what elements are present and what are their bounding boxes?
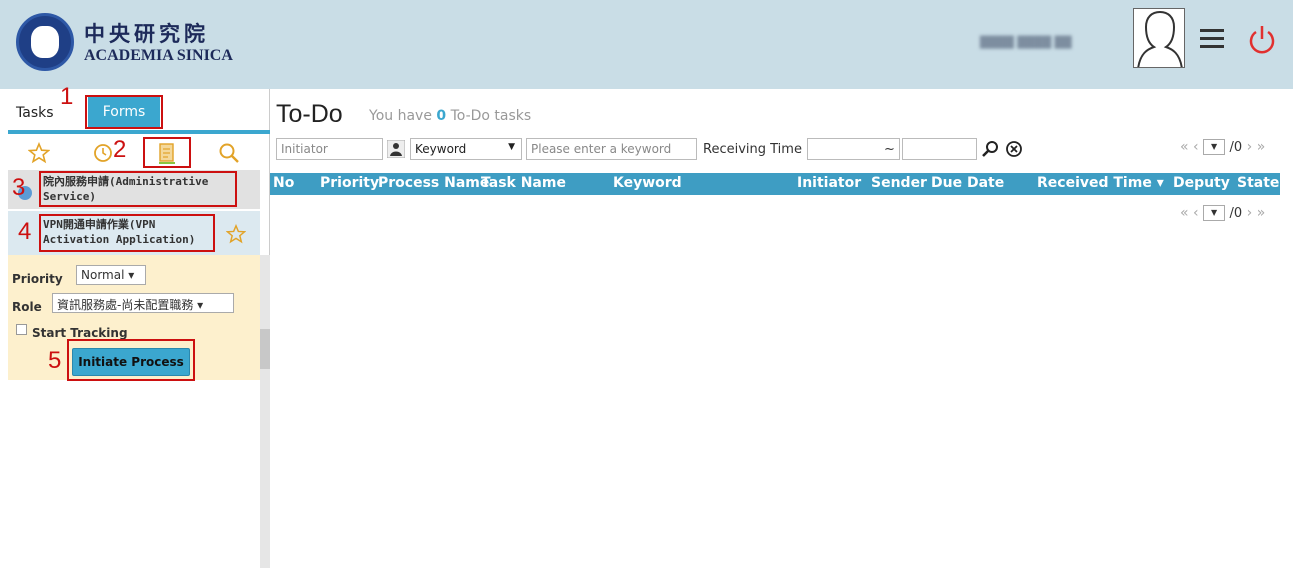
avatar[interactable] — [1133, 8, 1185, 68]
left-panel: Tasks Forms 1 2 院內服務申請(Administrative Se… — [8, 83, 270, 568]
column-no[interactable]: No — [273, 175, 294, 191]
search-icon[interactable] — [218, 142, 240, 164]
column-task-name[interactable]: Task Name — [481, 175, 566, 191]
column-keyword[interactable]: Keyword — [613, 175, 682, 191]
first-page-icon[interactable]: « — [1180, 205, 1189, 221]
page-subtitle: You have 0 To-Do tasks — [369, 108, 532, 124]
role-label: Role — [12, 300, 42, 314]
start-tracking-label: Start Tracking — [32, 326, 128, 340]
scrollbar-thumb[interactable] — [260, 329, 270, 369]
initiator-input[interactable]: Initiator — [276, 138, 383, 160]
search-icon[interactable] — [982, 140, 1000, 158]
panel-tabs: Tasks Forms 1 — [8, 83, 270, 134]
first-page-icon[interactable]: « — [1180, 139, 1189, 155]
date-range-separator: ~ — [884, 142, 895, 157]
end-date-input[interactable] — [902, 138, 977, 160]
last-page-icon[interactable]: » — [1257, 139, 1266, 155]
column-priority[interactable]: Priority — [320, 175, 379, 191]
role-select[interactable]: 資訊服務處-尚未配置職務 ▾ — [52, 293, 234, 313]
page-title: To-Do — [276, 100, 343, 128]
pager-top: « ‹ ▼ /0 › » — [1180, 139, 1265, 155]
star-icon[interactable] — [28, 142, 50, 164]
annotation-box-1 — [85, 95, 163, 129]
prev-page-icon[interactable]: ‹ — [1193, 139, 1199, 155]
hamburger-menu-icon[interactable] — [1200, 29, 1224, 49]
receiving-time-label: Receiving Time — [703, 142, 802, 157]
page-total: /0 — [1229, 206, 1243, 221]
annotation-number-4: 4 — [18, 218, 32, 245]
clear-icon[interactable] — [1005, 140, 1023, 158]
next-page-icon[interactable]: › — [1247, 205, 1253, 221]
column-state[interactable]: State — [1237, 175, 1279, 191]
user-name: ████ ████ ██ — [980, 36, 1072, 49]
prev-page-icon[interactable]: ‹ — [1193, 205, 1199, 221]
annotation-number-3: 3 — [12, 174, 26, 201]
filter-row: Initiator Keyword ▼ Please enter a keywor… — [270, 136, 1293, 162]
pager-bottom: « ‹ ▼ /0 › » — [1180, 205, 1265, 221]
forms-list-icon[interactable] — [157, 142, 177, 164]
process-form-panel: Priority Normal ▾ Role 資訊服務處-尚未配置職務 ▾ St… — [8, 255, 260, 381]
favorite-star-icon[interactable] — [226, 224, 246, 244]
annotation-number-2: 2 — [113, 136, 127, 163]
initiate-process-button[interactable]: Initiate Process — [72, 348, 190, 376]
tab-tasks[interactable]: Tasks — [16, 105, 54, 121]
user-picker-icon[interactable] — [387, 140, 405, 158]
annotation-box-4 — [39, 214, 215, 252]
logo-text-chinese: 中央研究院 — [84, 21, 209, 46]
last-page-icon[interactable]: » — [1257, 205, 1266, 221]
academia-sinica-logo-icon — [16, 13, 74, 71]
column-process-name[interactable]: Process Name — [378, 175, 489, 191]
column-initiator[interactable]: Initiator — [797, 175, 861, 191]
app-header: 中央研究院 ACADEMIA SINICA ████ ████ ██ — [0, 0, 1293, 89]
priority-select[interactable]: Normal ▾ — [76, 265, 146, 285]
keyword-input[interactable]: Please enter a keyword — [526, 138, 697, 160]
start-tracking-checkbox[interactable] — [16, 324, 27, 335]
list-item-vpn-activation[interactable]: VPN開通申請作業(VPN Activation Application) 4 — [8, 211, 260, 255]
next-page-icon[interactable]: › — [1247, 139, 1253, 155]
panel-icon-row: 2 — [8, 134, 260, 170]
column-received-time[interactable]: Received Time ▾ — [1037, 175, 1164, 191]
page-total: /0 — [1229, 140, 1243, 155]
annotation-box-3 — [39, 171, 237, 207]
keyword-type-select[interactable]: Keyword ▼ — [410, 138, 522, 160]
annotation-number-5: 5 — [48, 347, 62, 374]
priority-label: Priority — [12, 272, 63, 286]
list-item-administrative-service[interactable]: 院內服務申請(Administrative Service) 3 — [8, 170, 260, 210]
column-sender[interactable]: Sender — [871, 175, 927, 191]
column-deputy[interactable]: Deputy — [1173, 175, 1230, 191]
todo-count: 0 — [436, 108, 447, 124]
power-icon[interactable] — [1247, 23, 1277, 57]
main-content: To-Do You have 0 To-Do tasks Initiator K… — [270, 89, 1293, 568]
clock-icon[interactable] — [93, 143, 113, 163]
annotation-number-1: 1 — [60, 83, 74, 110]
page-select[interactable]: ▼ — [1203, 205, 1226, 221]
scrollbar-track[interactable] — [260, 255, 270, 568]
column-due-date[interactable]: Due Date — [931, 175, 1004, 191]
logo-text-english: ACADEMIA SINICA — [84, 47, 233, 64]
page-select[interactable]: ▼ — [1203, 139, 1226, 155]
table-header: No Priority Process Name Task Name Keywo… — [270, 173, 1280, 195]
